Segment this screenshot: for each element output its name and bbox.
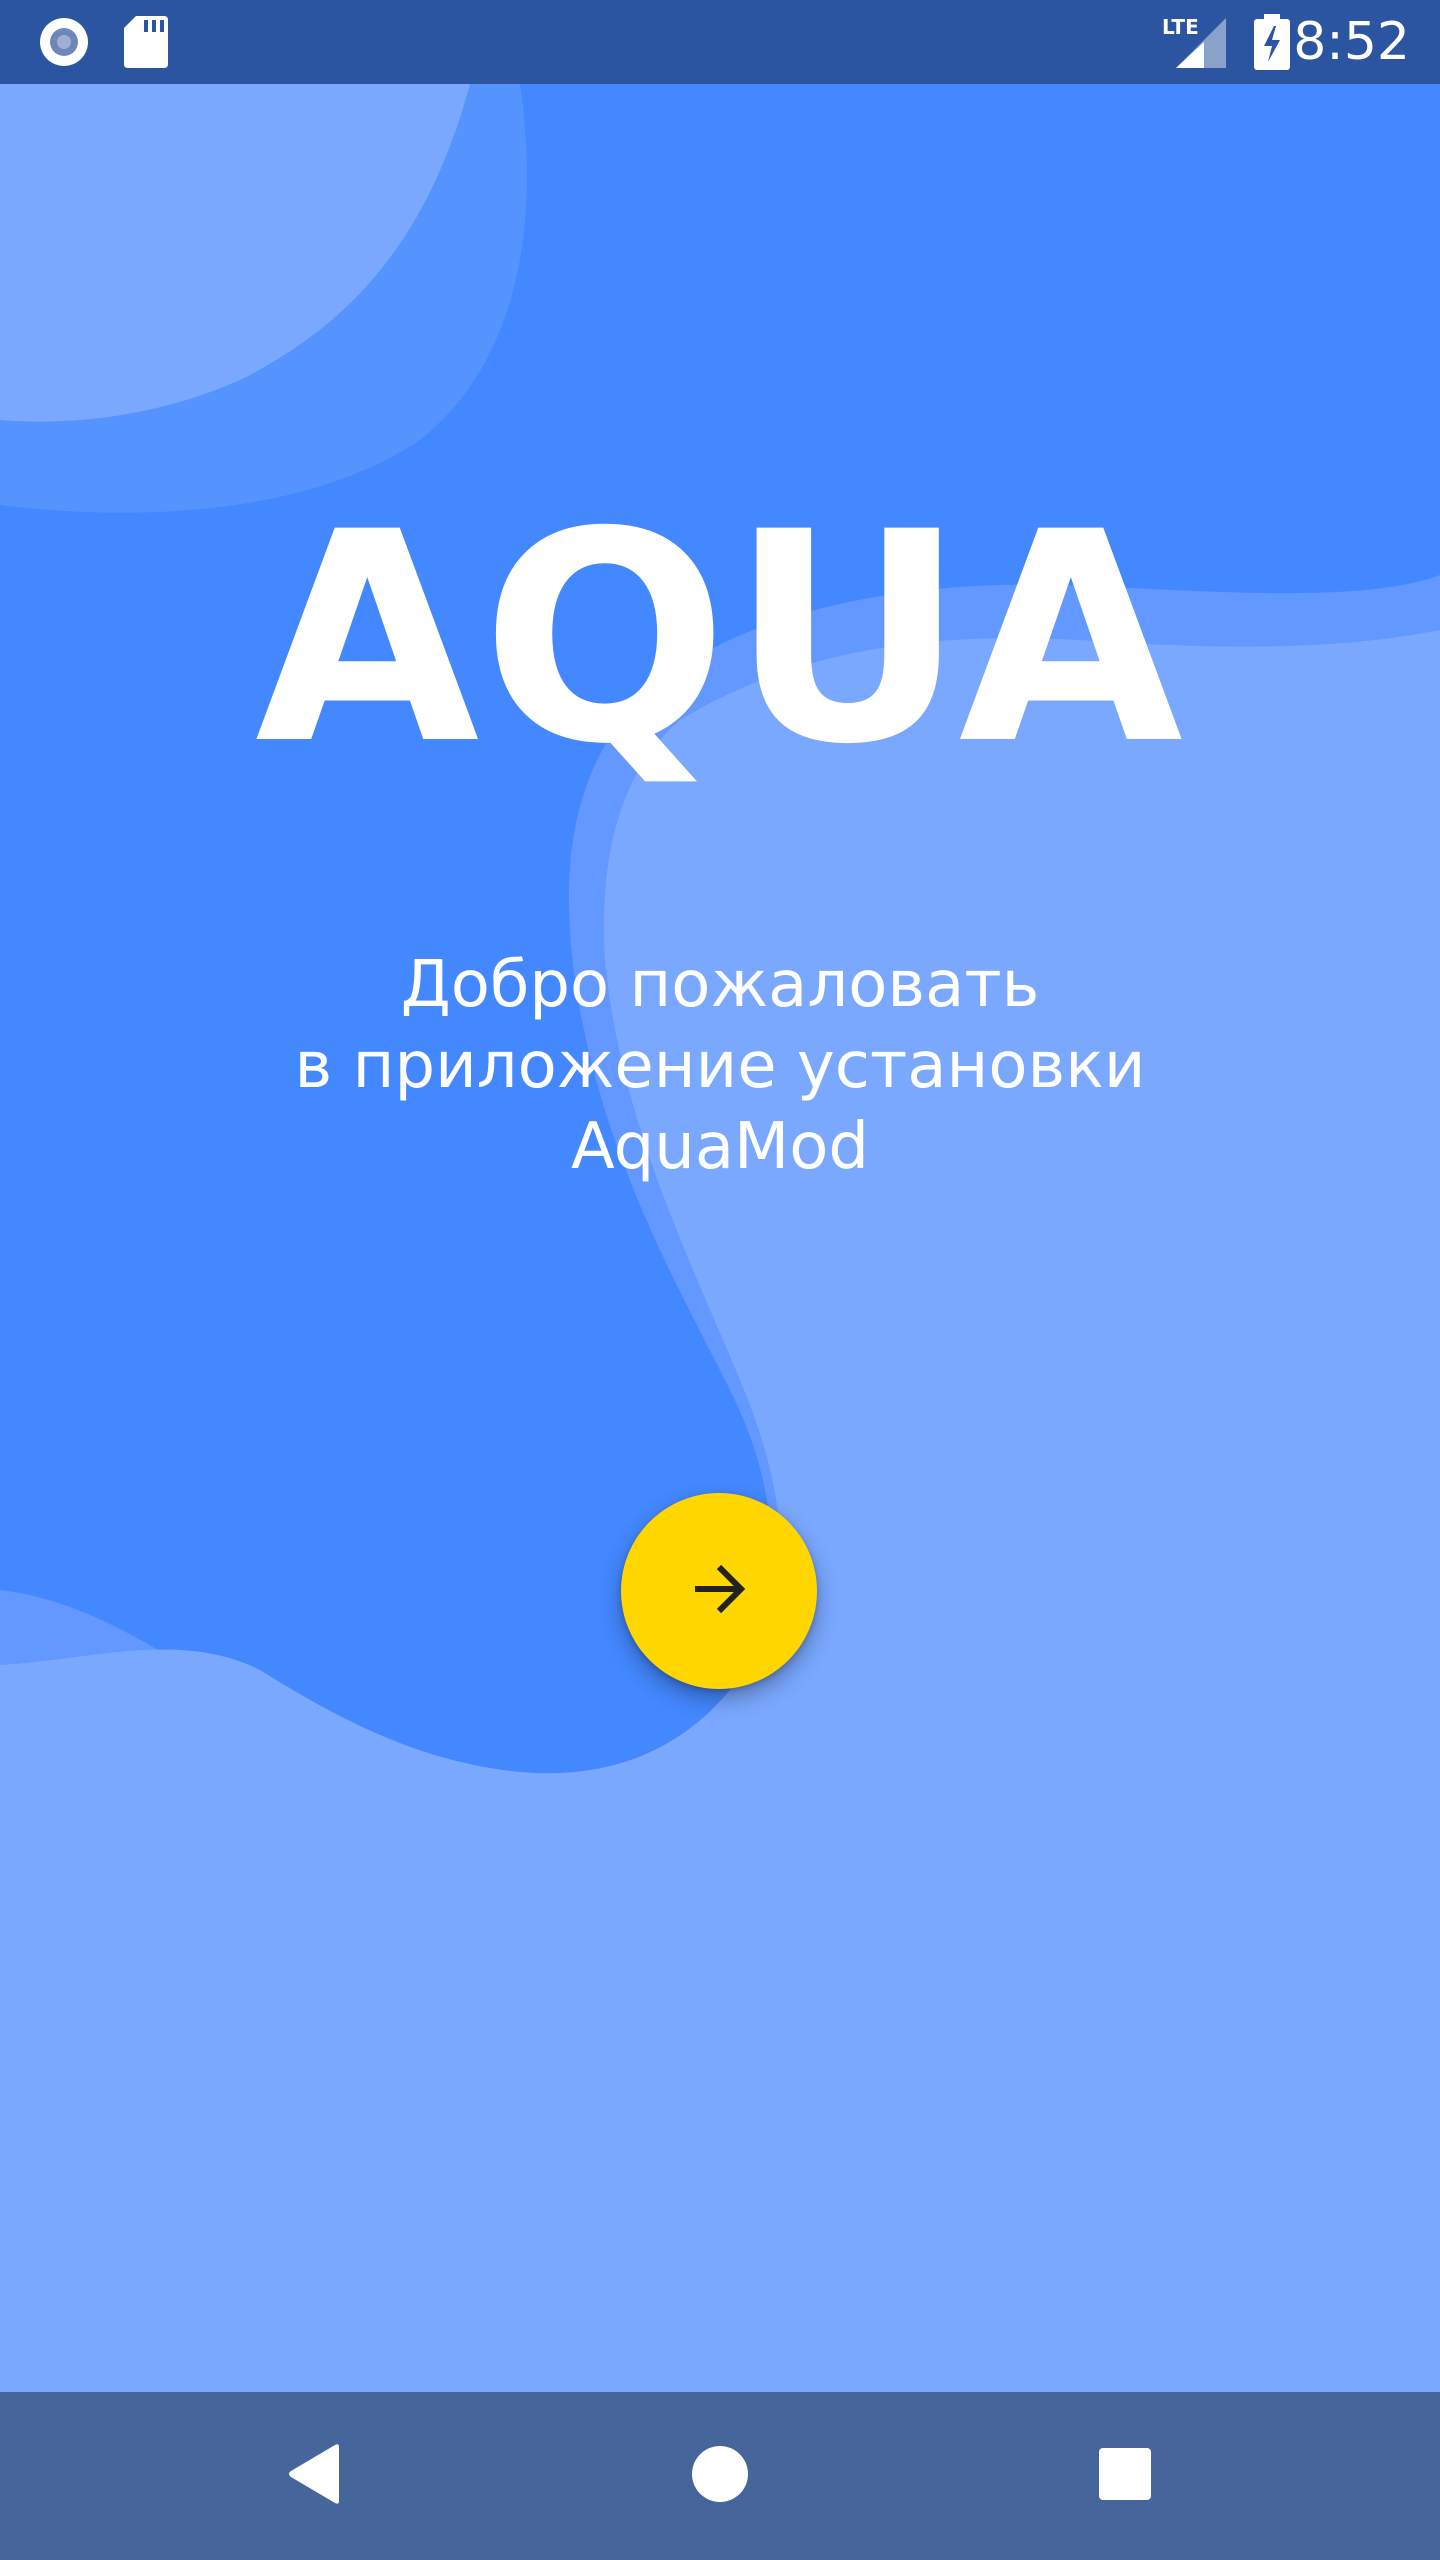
- recents-button[interactable]: [1045, 2392, 1205, 2560]
- navigation-bar: [0, 2392, 1440, 2560]
- wave-background: [0, 84, 1440, 2392]
- welcome-line-2: в приложение установки: [294, 1029, 1146, 1103]
- home-icon: [690, 2444, 750, 2509]
- back-icon: [285, 2443, 345, 2510]
- welcome-line-1: Добро пожаловать: [400, 948, 1040, 1022]
- recents-icon: [1097, 2446, 1153, 2507]
- welcome-line-3: AquaMod: [570, 1110, 870, 1184]
- back-button[interactable]: [235, 2392, 395, 2560]
- lte-signal-icon: LTE: [1160, 14, 1230, 77]
- svg-text:LTE: LTE: [1162, 15, 1199, 39]
- welcome-message: Добро пожаловать в приложение установки …: [220, 945, 1220, 1188]
- home-button[interactable]: [640, 2392, 800, 2560]
- next-button[interactable]: [621, 1493, 817, 1689]
- app-logo-text: AQUA: [255, 471, 1185, 808]
- battery-charging-icon: [1252, 14, 1292, 75]
- sd-card-icon: [124, 14, 180, 70]
- welcome-screen: LTE 8:52 AQUA Добро пожаловать в приложе…: [0, 0, 1440, 2560]
- status-clock: 8:52: [1293, 12, 1410, 72]
- record-icon: [36, 14, 92, 70]
- arrow-right-icon: [687, 1557, 751, 1626]
- status-bar: LTE 8:52: [0, 0, 1440, 84]
